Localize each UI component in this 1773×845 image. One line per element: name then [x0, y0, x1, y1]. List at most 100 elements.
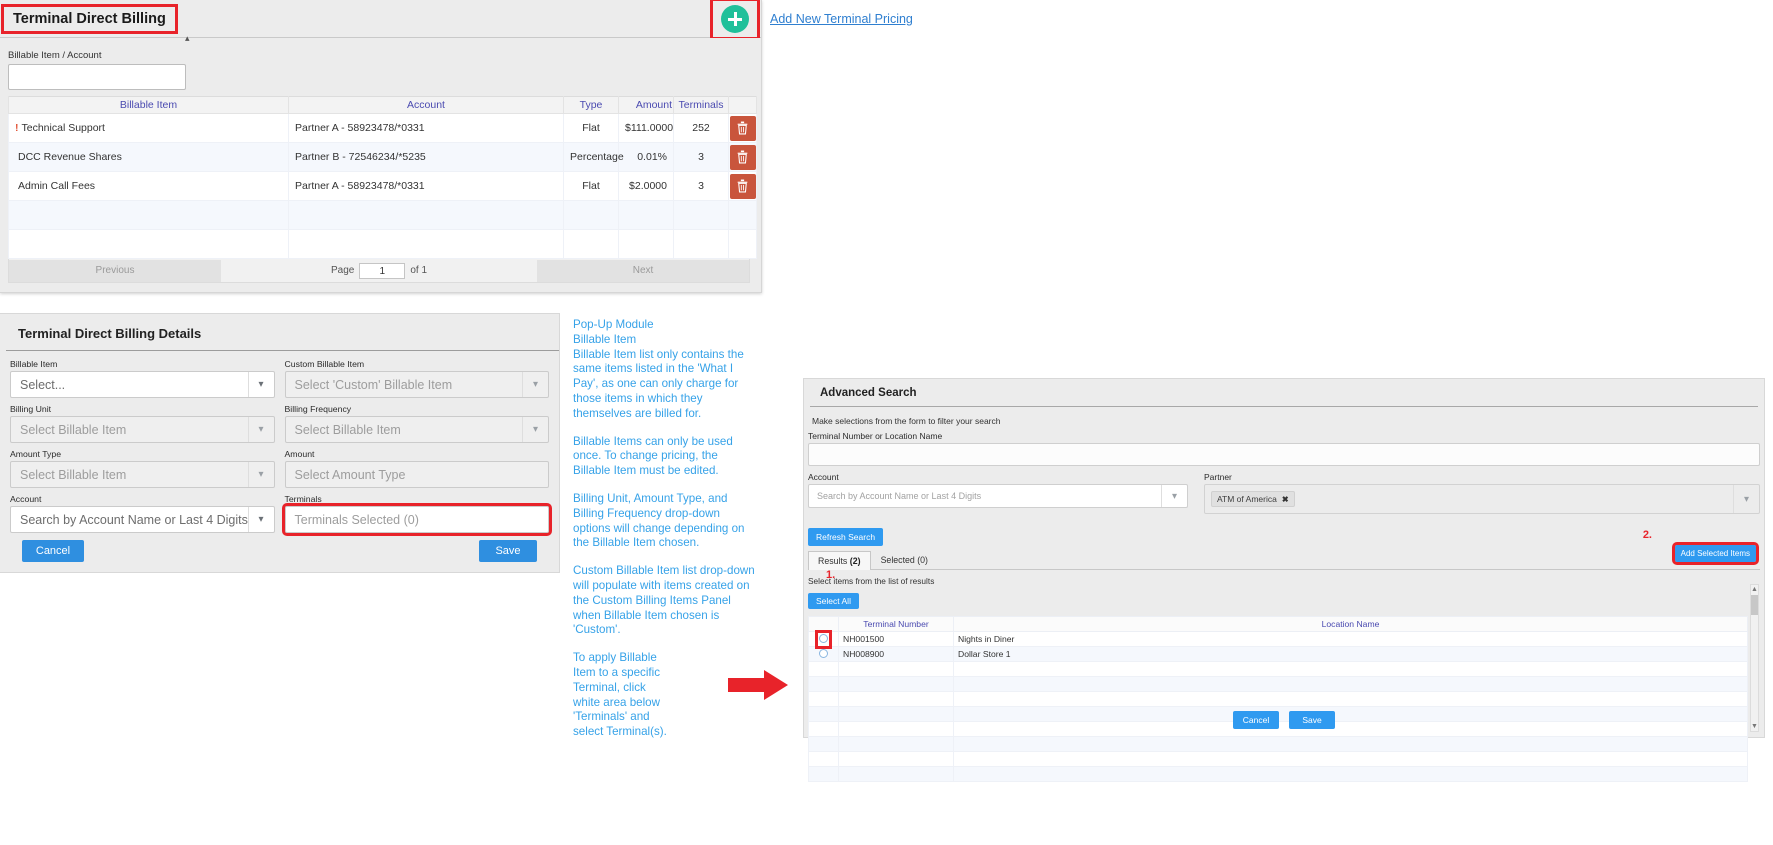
- results-tabs: Results (2) Selected (0): [808, 550, 1760, 570]
- custom-billable-item-select[interactable]: Select 'Custom' Billable Item ▾: [284, 371, 549, 398]
- cell-empty: [808, 661, 839, 677]
- annotation-paragraph-4: Custom Billable Item list drop-down will…: [573, 564, 755, 637]
- field-amount: Amount Select Amount Type: [284, 449, 549, 488]
- column-header-terminals[interactable]: Terminals: [673, 96, 729, 114]
- field-amount-type: Amount Type Select Billable Item ▾: [10, 449, 275, 488]
- column-header-amount[interactable]: Amount: [618, 96, 674, 114]
- cell-terminals: 3: [673, 142, 729, 172]
- next-page-button[interactable]: Next: [537, 259, 749, 282]
- scrollbar-thumb[interactable]: [1751, 595, 1758, 615]
- terminals-selector[interactable]: Terminals Selected (0): [281, 503, 552, 536]
- billing-items-table: Billable Item Account Type Amount Termin…: [8, 96, 757, 259]
- tab-selected[interactable]: Selected (0): [871, 550, 938, 569]
- billable-item-account-filter-input[interactable]: [8, 64, 186, 90]
- cell-amount: 0.01%: [618, 142, 674, 172]
- trash-icon: [737, 179, 748, 193]
- results-scrollbar[interactable]: ▲ ▼: [1750, 584, 1759, 732]
- cell-empty: [618, 200, 674, 230]
- delete-row-button[interactable]: [729, 173, 756, 199]
- partner-multiselect[interactable]: ATM of America ✖ ▾: [1204, 484, 1760, 514]
- terminal-number-input[interactable]: [808, 443, 1760, 466]
- chevron-down-icon: ▾: [247, 462, 274, 487]
- add-terminal-pricing-button[interactable]: [710, 0, 760, 40]
- billing-unit-select[interactable]: Select Billable Item ▾: [10, 416, 275, 443]
- scroll-up-icon[interactable]: ▲: [1751, 585, 1758, 594]
- cell-billable-item: DCC Revenue Shares: [8, 142, 289, 172]
- filter-area: Billable Item / Account: [0, 48, 761, 96]
- table-row-empty: [808, 751, 1748, 767]
- billing-frequency-select[interactable]: Select Billable Item ▾: [284, 416, 549, 443]
- cell-empty: [618, 229, 674, 259]
- advanced-search-row: Account Search by Account Name or Last 4…: [804, 472, 1764, 514]
- column-header-account[interactable]: Account: [288, 96, 564, 114]
- account-search-input[interactable]: Search by Account Name or Last 4 Digits …: [808, 484, 1188, 508]
- close-icon[interactable]: ✖: [1282, 495, 1289, 504]
- advanced-cancel-button[interactable]: Cancel: [1233, 711, 1279, 729]
- table-row-empty: [8, 200, 757, 230]
- annotation-billable-item-heading: Billable Item: [573, 332, 637, 346]
- table-row[interactable]: NH001500 Nights in Diner: [808, 629, 1748, 649]
- table-row[interactable]: NH008900 Dollar Store 1: [808, 646, 1748, 662]
- cell-item-text: Admin Call Fees: [18, 180, 96, 192]
- delete-row-button[interactable]: [729, 144, 756, 170]
- cell-empty: [838, 751, 954, 767]
- field-billable-item: Billable Item Select... ▾: [10, 359, 275, 398]
- select-items-hint: Select items from the list of results: [808, 576, 935, 586]
- label-account-search: Account: [808, 472, 839, 482]
- add-new-terminal-pricing-link[interactable]: Add New Terminal Pricing: [770, 12, 913, 26]
- annotation-paragraph-1: Billable Item list only contains the sam…: [573, 347, 744, 420]
- chevron-down-icon: ▾: [247, 372, 274, 397]
- step-label-2: 2.: [1642, 529, 1652, 541]
- cell-empty: [288, 229, 564, 259]
- amount-input[interactable]: Select Amount Type: [284, 461, 549, 488]
- tab-results[interactable]: Results (2): [808, 551, 871, 570]
- table-row[interactable]: DCC Revenue Shares Partner B - 72546234/…: [8, 142, 757, 172]
- partner-chip[interactable]: ATM of America ✖: [1211, 491, 1295, 507]
- cell-billable-item: Admin Call Fees: [8, 171, 289, 201]
- table-row[interactable]: ! Technical Support Partner A - 58923478/…: [8, 113, 757, 143]
- previous-page-button[interactable]: Previous: [9, 259, 221, 282]
- column-header-type[interactable]: Type: [563, 96, 619, 114]
- billable-item-select[interactable]: Select... ▾: [10, 371, 275, 398]
- save-button[interactable]: Save: [479, 540, 537, 562]
- account-search-select[interactable]: Search by Account Name or Last 4 Digits …: [10, 506, 275, 533]
- cell-type: Percentage: [563, 142, 624, 172]
- column-header-select: [808, 616, 839, 632]
- cell-empty: [8, 200, 289, 230]
- cell-empty: [808, 751, 839, 767]
- chevron-down-icon: ▾: [247, 417, 274, 442]
- results-header-row: Terminal Number Location Name: [808, 616, 1748, 632]
- column-header-billable-item[interactable]: Billable Item: [8, 96, 289, 114]
- row-radio-button[interactable]: [819, 648, 828, 658]
- field-partner: Partner ATM of America ✖ ▾: [1204, 472, 1760, 514]
- plus-circle-icon: [721, 5, 749, 33]
- billing-unit-value: Select Billable Item: [20, 422, 127, 437]
- cell-empty: [673, 229, 729, 259]
- label-custom-billable-item: Custom Billable Item: [284, 359, 365, 369]
- details-button-row: Cancel Save: [0, 540, 559, 562]
- amount-type-select[interactable]: Select Billable Item ▾: [10, 461, 275, 488]
- cell-empty: [953, 661, 1748, 677]
- cell-terminal-number: NH001500: [838, 631, 954, 647]
- label-billing-frequency: Billing Frequency: [284, 404, 352, 414]
- table-row-empty: [808, 736, 1748, 752]
- page-title: Terminal Direct Billing: [1, 3, 178, 34]
- cell-billable-item: ! Technical Support: [8, 113, 289, 143]
- table-row[interactable]: Admin Call Fees Partner A - 58923478/*03…: [8, 171, 757, 201]
- cell-empty: [563, 200, 619, 230]
- advanced-save-button[interactable]: Save: [1289, 711, 1335, 729]
- billing-frequency-value: Select Billable Item: [294, 422, 401, 437]
- cell-empty: [953, 751, 1748, 767]
- add-selected-items-button[interactable]: Add Selected Items: [1671, 542, 1760, 565]
- delete-row-button[interactable]: [729, 115, 756, 141]
- cancel-button[interactable]: Cancel: [22, 540, 84, 562]
- cell-empty: [8, 229, 289, 259]
- filter-label: Billable Item / Account: [8, 50, 102, 61]
- chevron-down-icon: ▾: [1161, 485, 1187, 507]
- select-all-button[interactable]: Select All: [808, 593, 859, 609]
- refresh-search-button[interactable]: Refresh Search: [808, 528, 884, 546]
- row-radio-button[interactable]: [819, 633, 828, 643]
- column-header-location-name[interactable]: Location Name: [953, 616, 1748, 632]
- column-header-terminal-number[interactable]: Terminal Number: [838, 616, 954, 632]
- page-number-input[interactable]: 1: [359, 262, 406, 279]
